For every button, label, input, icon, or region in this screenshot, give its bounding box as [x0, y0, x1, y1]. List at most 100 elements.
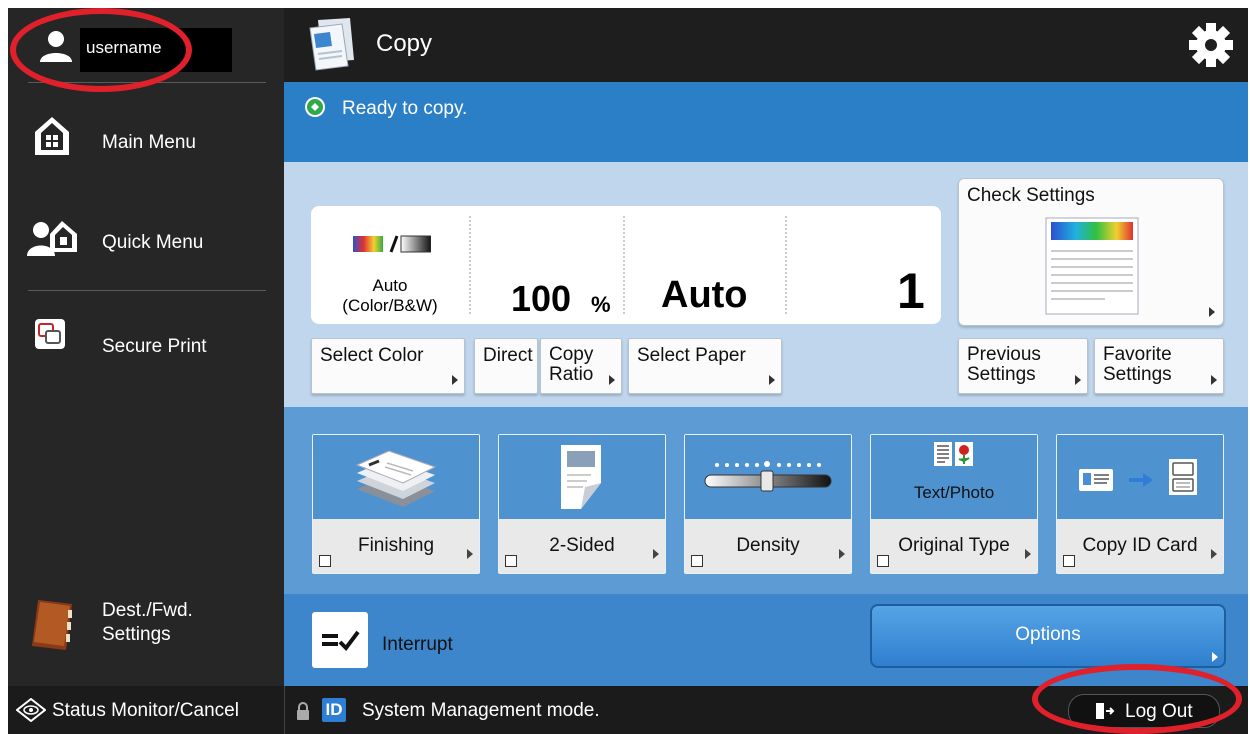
- sidebar-item-label: Quick Menu: [102, 232, 204, 253]
- settings-summary-panel: Auto (Color/B&W) 100 % Auto 1: [311, 206, 941, 324]
- select-color-button[interactable]: Select Color: [311, 338, 465, 394]
- button-label: Settings: [967, 364, 1036, 385]
- gear-icon[interactable]: [1188, 22, 1234, 68]
- density-icon: [703, 459, 833, 493]
- divider: [284, 686, 285, 734]
- button-label: Select Paper: [637, 345, 746, 366]
- chevron-right-icon: [1211, 375, 1217, 385]
- chevron-right-icon: [769, 375, 775, 385]
- status-banner: Ready to copy.: [284, 82, 1248, 162]
- favorite-settings-button[interactable]: Favorite Settings: [1094, 338, 1224, 394]
- color-mode-value: (Color/B&W): [342, 296, 438, 315]
- button-label: Favorite: [1103, 344, 1172, 365]
- previous-settings-button[interactable]: Previous Settings: [958, 338, 1088, 394]
- shortcut-icon: [877, 555, 889, 567]
- two-sided-icon: [555, 443, 609, 511]
- button-label: Previous: [967, 344, 1041, 365]
- sidebar-item-main-menu[interactable]: Main Menu: [8, 112, 284, 172]
- function-icon-area: [313, 435, 479, 519]
- function-icon-area: [1057, 435, 1223, 519]
- chevron-right-icon: [839, 549, 845, 559]
- document-preview-icon: [1045, 217, 1139, 315]
- chevron-right-icon: [1211, 549, 1217, 559]
- ready-icon: [304, 96, 326, 118]
- sidebar-item-quick-menu[interactable]: Quick Menu: [8, 212, 284, 272]
- chevron-right-icon: [1212, 652, 1218, 662]
- original-type-button[interactable]: Text/Photo Original Type: [870, 434, 1038, 574]
- shortcut-icon: [691, 555, 703, 567]
- select-paper-button[interactable]: Select Paper: [628, 338, 782, 394]
- check-settings-label: Check Settings: [967, 185, 1095, 206]
- chevron-right-icon: [1075, 375, 1081, 385]
- function-label-area: Density: [685, 519, 851, 573]
- divider: [28, 290, 266, 291]
- function-label-area: Original Type: [871, 519, 1037, 573]
- annotation-circle: [10, 8, 192, 92]
- check-settings-button[interactable]: Check Settings: [958, 178, 1224, 326]
- copy-id-card-icon: [1079, 457, 1203, 497]
- function-icon-area: [685, 435, 851, 519]
- page-title: Copy: [376, 30, 433, 57]
- finishing-icon: [353, 447, 439, 509]
- function-label-area: Copy ID Card: [1057, 519, 1223, 573]
- copy-ratio-unit: %: [591, 292, 611, 317]
- color-mode-value: Auto: [372, 276, 408, 295]
- interrupt-icon: [312, 612, 368, 668]
- chevron-right-icon: [1209, 307, 1215, 317]
- copy-icon: [304, 16, 360, 74]
- lock-icon: [296, 702, 310, 720]
- status-monitor-button[interactable]: Status Monitor/Cancel: [8, 686, 284, 734]
- button-label: Settings: [1103, 364, 1172, 385]
- function-icon-area: Text/Photo: [871, 435, 1037, 519]
- button-label: Ratio: [549, 364, 594, 385]
- function-label: Original Type: [898, 535, 1010, 556]
- shortcut-icon: [505, 555, 517, 567]
- button-label: Copy: [549, 344, 594, 365]
- interrupt-button[interactable]: Interrupt: [312, 612, 552, 672]
- button-label: Direct: [483, 345, 533, 366]
- sidebar-item-dest-fwd-settings[interactable]: Dest./Fwd. Settings: [8, 592, 284, 656]
- copy-id-card-button[interactable]: Copy ID Card: [1056, 434, 1224, 574]
- chevron-right-icon: [653, 549, 659, 559]
- divider: [623, 216, 625, 314]
- ready-status-text: Ready to copy.: [342, 98, 468, 119]
- function-label: Copy ID Card: [1082, 535, 1198, 556]
- original-type-icon: [933, 441, 975, 467]
- density-button[interactable]: Density: [684, 434, 852, 574]
- sidebar-item-label: Settings: [102, 624, 171, 645]
- sidebar-item-secure-print[interactable]: Secure Print: [8, 314, 284, 374]
- chevron-right-icon: [609, 375, 615, 385]
- original-type-value: Text/Photo: [913, 483, 995, 502]
- function-label-area: 2-Sided: [499, 519, 665, 573]
- function-label: Density: [736, 535, 800, 556]
- sidebar-item-label: Main Menu: [102, 132, 196, 153]
- copies-value: 1: [897, 263, 925, 319]
- quick-menu-icon: [26, 218, 78, 258]
- secure-print-icon: [34, 318, 66, 350]
- divider: [785, 216, 787, 314]
- button-label: Select Color: [320, 345, 424, 366]
- function-label-area: Finishing: [313, 519, 479, 573]
- interrupt-label: Interrupt: [382, 634, 453, 655]
- finishing-button[interactable]: Finishing: [312, 434, 480, 574]
- two-sided-button[interactable]: 2-Sided: [498, 434, 666, 574]
- status-monitor-icon: [15, 697, 47, 723]
- shortcut-icon: [1063, 555, 1075, 567]
- function-icon-area: [499, 435, 665, 519]
- chevron-right-icon: [467, 549, 473, 559]
- title-bar: Copy: [284, 8, 1248, 82]
- annotation-circle: [1032, 664, 1242, 734]
- chevron-right-icon: [452, 375, 458, 385]
- options-button[interactable]: Options: [870, 604, 1226, 668]
- id-badge: ID: [322, 698, 346, 722]
- sidebar: username Main Menu Quick Menu Secure Pri…: [8, 8, 284, 686]
- system-mode-text: System Management mode.: [362, 700, 600, 721]
- function-label: 2-Sided: [549, 535, 615, 556]
- options-label: Options: [1015, 624, 1081, 645]
- copy-ratio-button[interactable]: Copy Ratio: [540, 338, 622, 394]
- sidebar-item-label: Secure Print: [102, 336, 207, 357]
- direct-ratio-button[interactable]: Direct: [474, 338, 538, 394]
- function-label: Finishing: [357, 535, 435, 556]
- home-icon: [32, 114, 72, 158]
- copy-ratio-value: 100: [511, 278, 572, 319]
